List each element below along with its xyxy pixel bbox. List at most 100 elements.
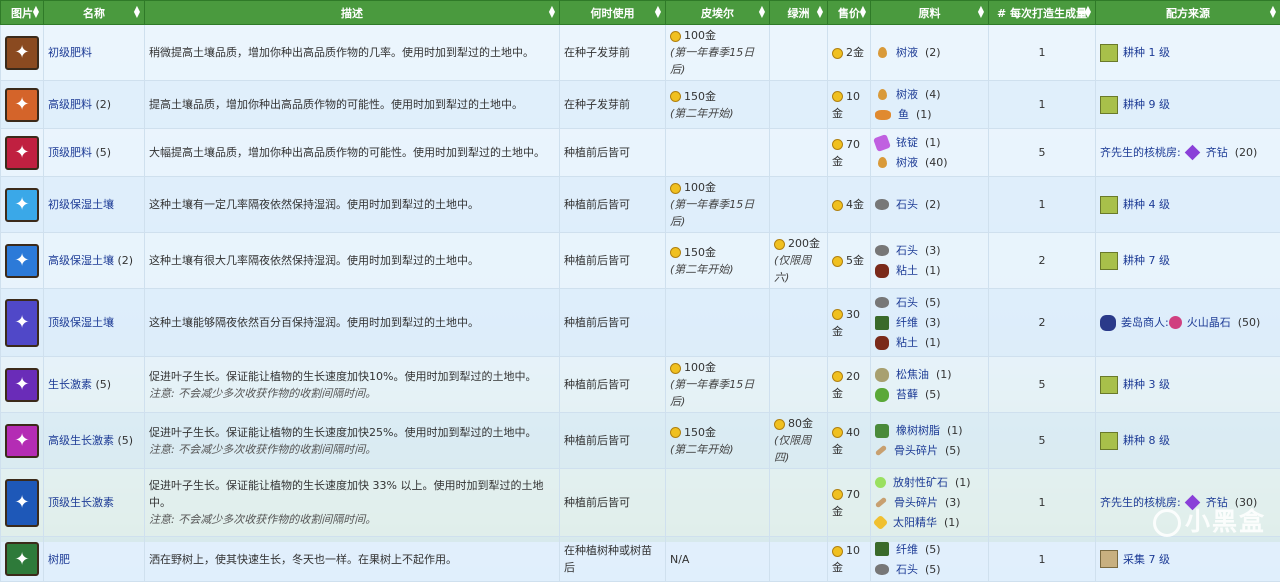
header-description[interactable]: 描述▲▼ [145,1,560,25]
pierre-price: N/A [670,553,689,566]
source-link[interactable]: 耕种 8 级 [1123,432,1170,449]
description-cell: 这种土壤能够隔夜依然百分百保持湿润。使用时加到犁过的土地中。 [145,289,560,357]
item-name-link[interactable]: 生长激素 [48,378,92,391]
source-link[interactable]: 耕种 4 级 [1123,196,1170,213]
sell-price: 2金 [846,46,864,59]
farming-skill-icon [1100,196,1118,214]
farming-skill-icon [1100,44,1118,62]
item-name-link[interactable]: 顶级肥料 [48,146,92,159]
sort-icon[interactable]: ▲▼ [549,6,555,18]
item-count: (5) [96,378,112,391]
material-link[interactable]: 石头 [896,294,918,311]
pierre-price: 100金 [684,361,716,374]
price-cell: 40金 [828,413,871,469]
item-name-link[interactable]: 初级肥料 [48,46,92,59]
sort-icon[interactable]: ▲▼ [1085,6,1091,18]
currency-qty: (50) [1238,314,1261,331]
header-recipe-source[interactable]: 配方来源▲▼ [1096,1,1280,25]
sort-icon[interactable]: ▲▼ [134,6,140,18]
materials-cell: 放射性矿石 (1)骨头碎片 (3)太阳精华 (1) [871,469,989,537]
material-link[interactable]: 石头 [896,561,918,578]
description-text: 促进叶子生长。保证能让植物的生长速度加快 33% 以上。使用时加到犁过的土地中。 [149,479,543,509]
header-yield[interactable]: # 每次打造生成量▲▼ [989,1,1096,25]
basic-fertilizer-icon[interactable]: ✦ [5,36,39,70]
deluxe-speed-gro-icon[interactable]: ✦ [5,424,39,458]
material-qty: (2) [925,196,941,213]
picture-cell: ✦ [1,357,44,413]
sort-icon[interactable]: ▲▼ [860,6,866,18]
deluxe-retaining-soil-icon[interactable]: ✦ [5,299,39,347]
item-name-link[interactable]: 初级保湿土壤 [48,198,114,211]
source-link[interactable]: 采集 7 级 [1123,551,1170,568]
quality-fertilizer-icon[interactable]: ✦ [5,88,39,122]
basic-retaining-soil-icon[interactable]: ✦ [5,188,39,222]
material-link[interactable]: 树液 [896,86,918,103]
item-name-link[interactable]: 高级生长激素 [48,434,114,447]
material-link[interactable]: 树液 [896,44,918,61]
hyper-speed-gro-icon[interactable]: ✦ [5,479,39,527]
header-price[interactable]: 售价▲▼ [828,1,871,25]
header-materials[interactable]: 原料▲▼ [871,1,989,25]
material-link[interactable]: 放射性矿石 [893,474,948,491]
header-when-to-use[interactable]: 何时使用▲▼ [560,1,666,25]
header-picture[interactable]: 图片▲▼ [1,1,44,25]
material-link[interactable]: 松焦油 [896,366,929,383]
speed-gro-icon[interactable]: ✦ [5,368,39,402]
currency-link[interactable]: 火山晶石 [1187,314,1231,331]
source-link[interactable]: 耕种 9 级 [1123,96,1170,113]
material-link[interactable]: 骨头碎片 [894,494,938,511]
material-link[interactable]: 骨头碎片 [894,442,938,459]
sort-icon[interactable]: ▲▼ [759,6,765,18]
material-link[interactable]: 石头 [896,242,918,259]
source-link[interactable]: 耕种 1 级 [1123,44,1170,61]
header-pierre[interactable]: 皮埃尔▲▼ [666,1,770,25]
sort-icon[interactable]: ▲▼ [33,6,39,18]
deluxe-fertilizer-icon[interactable]: ✦ [5,136,39,170]
sort-icon[interactable]: ▲▼ [655,6,661,18]
source-cell: 齐先生的核桃房:齐钻 (20) [1096,129,1280,177]
item-name-link[interactable]: 高级保湿土壤 [48,254,114,267]
yield-cell: 2 [989,289,1096,357]
materials-cell: 纤维 (5)石头 (5) [871,537,989,582]
item-name-link[interactable]: 顶级生长激素 [48,496,114,509]
price-cell: 2金 [828,25,871,81]
stone-icon [875,199,889,210]
source-link[interactable]: 耕种 7 级 [1123,252,1170,269]
item-name-link[interactable]: 树肥 [48,553,70,566]
material-link[interactable]: 纤维 [896,314,918,331]
sort-icon[interactable]: ▲▼ [817,6,823,18]
source-link[interactable]: 耕种 3 级 [1123,376,1170,393]
quality-retaining-soil-icon[interactable]: ✦ [5,244,39,278]
material-link[interactable]: 粘土 [896,334,918,351]
material-link[interactable]: 纤维 [896,541,918,558]
header-oasis[interactable]: 绿洲▲▼ [770,1,828,25]
material-link[interactable]: 鱼 [898,106,909,123]
material-link[interactable]: 石头 [896,196,918,213]
tree-fertilizer-icon[interactable]: ✦ [5,542,39,576]
description-cell: 这种土壤有很大几率隔夜依然保持湿润。使用时加到犁过的土地中。 [145,233,560,289]
qi-gem-icon [1184,145,1200,161]
item-name-link[interactable]: 高级肥料 [48,98,92,111]
item-name-link[interactable]: 顶级保湿土壤 [48,316,114,329]
description-text: 洒在野树上，使其快速生长，冬天也一样。在果树上不起作用。 [149,553,457,566]
source-link[interactable]: 姜岛商人: [1121,314,1169,331]
material-link[interactable]: 太阳精华 [893,514,937,531]
pierre-cell: N/A [666,537,770,582]
currency-link[interactable]: 齐钻 [1206,144,1228,161]
material-item: 橡树树脂 (1) [875,421,984,441]
when-cell: 种植前后皆可 [560,177,666,233]
gold-coin-icon [670,247,681,258]
sort-icon[interactable]: ▲▼ [1270,6,1276,18]
material-link[interactable]: 苔藓 [896,386,918,403]
gold-coin-icon [670,91,681,102]
sort-icon[interactable]: ▲▼ [978,6,984,18]
description-cell: 促进叶子生长。保证能让植物的生长速度加快 33% 以上。使用时加到犁过的土地中。… [145,469,560,537]
material-link[interactable]: 橡树树脂 [896,422,940,439]
material-link[interactable]: 粘土 [896,262,918,279]
gold-coin-icon [832,139,843,150]
material-link[interactable]: 铱锭 [896,134,918,151]
material-qty: (5) [925,386,941,403]
material-link[interactable]: 树液 [896,154,918,171]
source-link[interactable]: 齐先生的核桃房: [1100,144,1181,161]
header-name[interactable]: 名称▲▼ [44,1,145,25]
